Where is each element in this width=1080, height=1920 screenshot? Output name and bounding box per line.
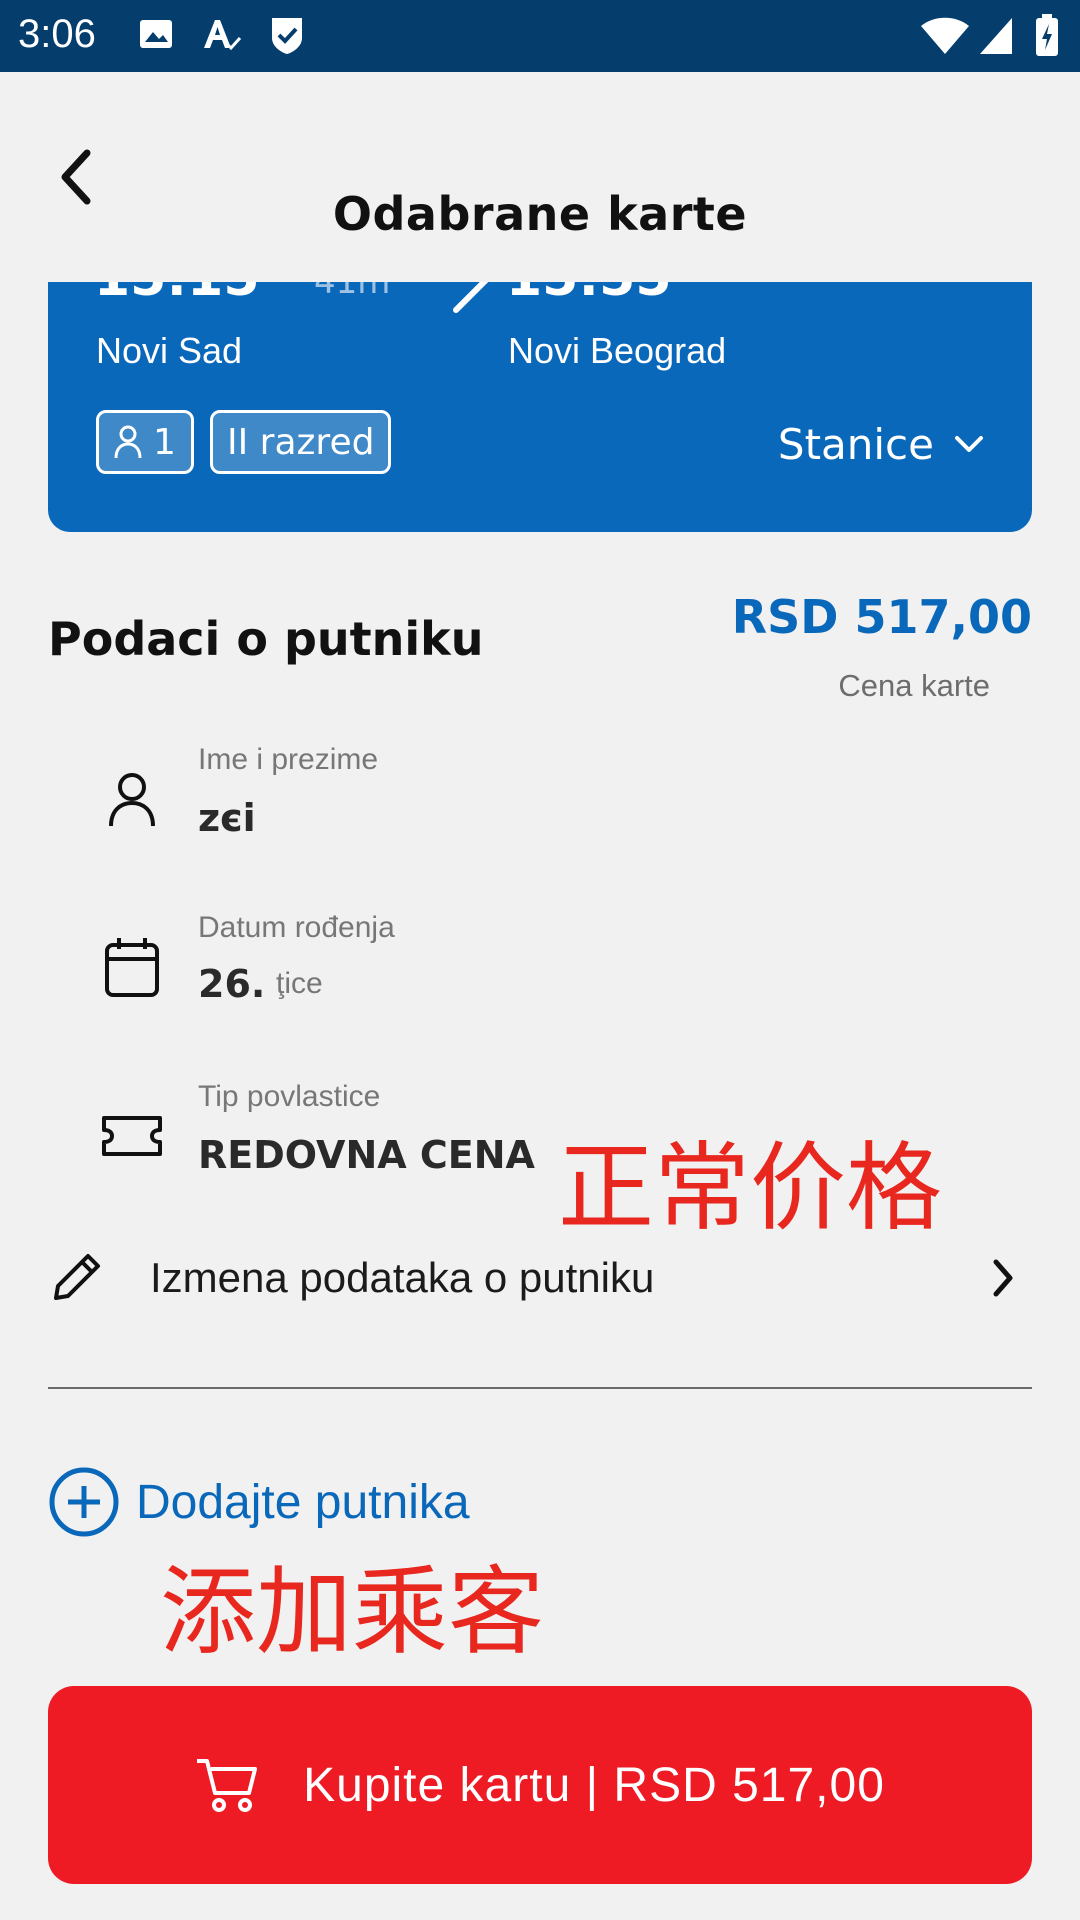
- font-icon: [200, 14, 242, 58]
- status-time: 3:06: [18, 12, 96, 56]
- annotation-add-passenger: 添加乘客: [160, 1556, 544, 1668]
- passenger-count-chip: 1: [96, 410, 194, 474]
- section-title: Podaci o putniku: [48, 612, 484, 666]
- chevron-right-icon: [988, 1256, 1018, 1304]
- destination-station: Novi Beograd: [508, 330, 727, 371]
- arrow-icon: [452, 282, 492, 318]
- stations-label: Stanice: [777, 419, 934, 469]
- arrival-time: 15:55: [506, 282, 672, 308]
- wifi-icon: [920, 14, 970, 60]
- chevron-down-icon: [955, 436, 983, 452]
- stations-toggle[interactable]: Stanice: [778, 412, 984, 476]
- cart-icon: [197, 1759, 258, 1812]
- field-label-discount: Tip povlastice: [198, 1080, 381, 1113]
- buy-ticket-label: Kupite kartu | RSD 517,00: [303, 1758, 885, 1812]
- shield-check-icon: [268, 14, 306, 60]
- trip-summary-card: 15:15 41m 15:55 Novi Sad Novi Beograd 1 …: [48, 282, 1032, 532]
- page-title: Odabrane karte: [332, 187, 748, 241]
- annotation-price-type: 正常价格: [558, 1132, 942, 1244]
- departure-time: 15:15: [94, 282, 260, 308]
- ticket-icon: [100, 1104, 164, 1168]
- signal-icon: [978, 14, 1014, 60]
- ticket-price-caption: Cena karte: [838, 668, 990, 703]
- trip-duration: 41m: [314, 282, 391, 302]
- add-passenger-label: Dodajte putnika: [136, 1475, 470, 1529]
- field-value-birthdate-overlay: ţice: [276, 967, 323, 1000]
- edit-passenger-label: Izmena podataka o putniku: [150, 1254, 655, 1301]
- section-divider: [48, 1387, 1032, 1389]
- gallery-icon: [136, 14, 176, 58]
- field-value-name: zєi: [198, 796, 256, 840]
- field-label-birthdate: Datum rođenja: [198, 911, 395, 944]
- battery-charging-icon: [1034, 14, 1060, 62]
- class-label: II razred: [227, 421, 375, 463]
- calendar-icon: [100, 935, 164, 999]
- plus-circle-icon: [49, 1467, 119, 1537]
- pencil-icon: [48, 1246, 108, 1310]
- app-header: Odabrane karte: [0, 72, 1080, 282]
- passenger-count: 1: [153, 421, 176, 463]
- buy-ticket-button[interactable]: Kupite kartu | RSD 517,00: [48, 1686, 1032, 1884]
- ticket-price: RSD 517,00: [731, 590, 1032, 644]
- status-bar: 3:06: [0, 0, 1080, 72]
- class-chip: II razred: [210, 410, 392, 474]
- person-icon: [114, 425, 142, 459]
- edit-passenger-row[interactable]: Izmena podataka o putniku: [48, 1236, 1032, 1320]
- field-label-name: Ime i prezime: [198, 743, 379, 776]
- origin-station: Novi Sad: [96, 330, 243, 371]
- person-icon: [100, 768, 164, 832]
- add-passenger-button[interactable]: Dodajte putnika: [48, 1466, 470, 1538]
- field-value-birthdate: 26.: [198, 962, 266, 1006]
- field-value-discount: REDOVNA CENA: [198, 1133, 535, 1177]
